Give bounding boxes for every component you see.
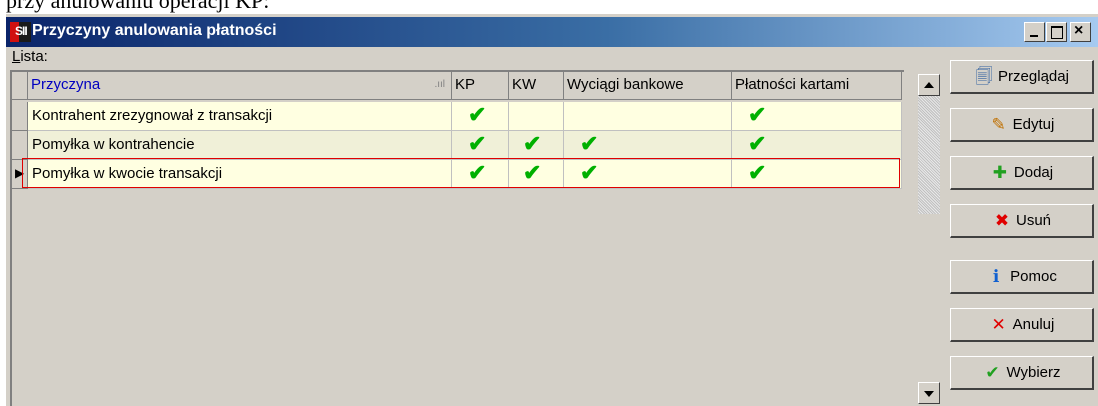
checkmark-icon: ✔	[468, 102, 487, 127]
add-icon: ✚	[992, 163, 1008, 182]
help-icon: ℹ	[992, 267, 1000, 286]
select-icon: ✔	[985, 363, 1000, 382]
maximize-icon	[1051, 26, 1063, 39]
browse-icon: 🗐	[975, 67, 993, 86]
help-button-label: Pomoc	[1010, 268, 1057, 285]
column-header-platnosci[interactable]: Płatności kartami	[732, 72, 902, 100]
checkmark-icon: ✔	[580, 131, 599, 156]
edit-button[interactable]: ✎ Edytuj	[950, 108, 1094, 142]
minimize-icon	[1030, 35, 1038, 37]
add-button-label: Dodaj	[1013, 164, 1054, 181]
edit-button-label: Edytuj	[1012, 116, 1055, 133]
edit-icon: ✎	[991, 115, 1006, 134]
header-corner	[12, 72, 28, 100]
scroll-down-button[interactable]	[918, 382, 940, 404]
scrollbar-track[interactable]	[918, 96, 940, 214]
sort-indicator-icon: .ııl	[434, 79, 445, 90]
select-button-label: Wybierz	[1006, 364, 1061, 381]
checkmark-icon: ✔	[748, 102, 767, 127]
vertical-scrollbar[interactable]	[918, 74, 940, 404]
row-indicator	[12, 102, 28, 131]
select-button[interactable]: ✔ Wybierz	[950, 356, 1094, 390]
document-fragment-text: przy anulowaniu operacji KP:	[6, 0, 270, 13]
cell-kp: ✔	[452, 131, 509, 160]
close-button[interactable]: ×	[1070, 22, 1091, 42]
app-logo-icon: SII	[10, 22, 31, 42]
help-button[interactable]: ℹ Pomoc	[950, 260, 1094, 294]
reasons-table: Przyczyna .ııl KP KW Wyciągi bankowe Pła…	[10, 70, 904, 406]
cancel-icon: ✕	[991, 315, 1006, 334]
delete-button-label: Usuń	[1015, 212, 1052, 229]
cell-reason: Pomyłka w kontrahencie	[28, 131, 452, 160]
arrow-up-icon	[924, 82, 934, 88]
browse-button[interactable]: 🗐 Przeglądaj	[950, 60, 1094, 94]
browse-button-label: Przeglądaj	[998, 68, 1069, 85]
maximize-button[interactable]	[1046, 22, 1067, 42]
column-header-przyczyna[interactable]: Przyczyna .ııl	[28, 72, 452, 100]
arrow-down-icon	[924, 391, 934, 397]
dialog-window: SII Przyczyny anulowania płatności × Lis…	[6, 14, 1098, 406]
cell-kw	[509, 102, 564, 131]
minimize-button[interactable]	[1024, 22, 1045, 42]
checkmark-icon: ✔	[468, 131, 487, 156]
delete-button[interactable]: ✖ Usuń	[950, 204, 1094, 238]
cell-platnosci: ✔	[732, 131, 902, 160]
cell-wyciagi	[564, 102, 732, 131]
app-logo-text: SII	[15, 24, 28, 38]
window-title: Przyczyny anulowania płatności	[32, 22, 277, 39]
selected-row-outline	[22, 158, 900, 188]
list-label-text: ista:	[20, 48, 48, 65]
checkmark-icon: ✔	[748, 131, 767, 156]
close-icon: ×	[1074, 22, 1084, 39]
column-header-kw[interactable]: KW	[509, 72, 564, 100]
title-bar[interactable]: SII Przyczyny anulowania płatności ×	[6, 17, 1098, 47]
cancel-button[interactable]: ✕ Anuluj	[950, 308, 1094, 342]
delete-icon: ✖	[994, 211, 1010, 230]
scroll-up-button[interactable]	[918, 74, 940, 96]
column-header-label: Przyczyna	[31, 76, 101, 93]
row-indicator	[12, 131, 28, 160]
cell-wyciagi: ✔	[564, 131, 732, 160]
cell-reason: Kontrahent zrezygnował z transakcji	[28, 102, 452, 131]
add-button[interactable]: ✚ Dodaj	[950, 156, 1094, 190]
cell-kw: ✔	[509, 131, 564, 160]
cancel-button-label: Anuluj	[1012, 316, 1055, 333]
column-header-wyciagi[interactable]: Wyciągi bankowe	[564, 72, 732, 100]
column-header-kp[interactable]: KP	[452, 72, 509, 100]
checkmark-icon: ✔	[523, 131, 542, 156]
cell-platnosci: ✔	[732, 102, 902, 131]
list-label: Lista:	[12, 48, 48, 65]
cell-kp: ✔	[452, 102, 509, 131]
